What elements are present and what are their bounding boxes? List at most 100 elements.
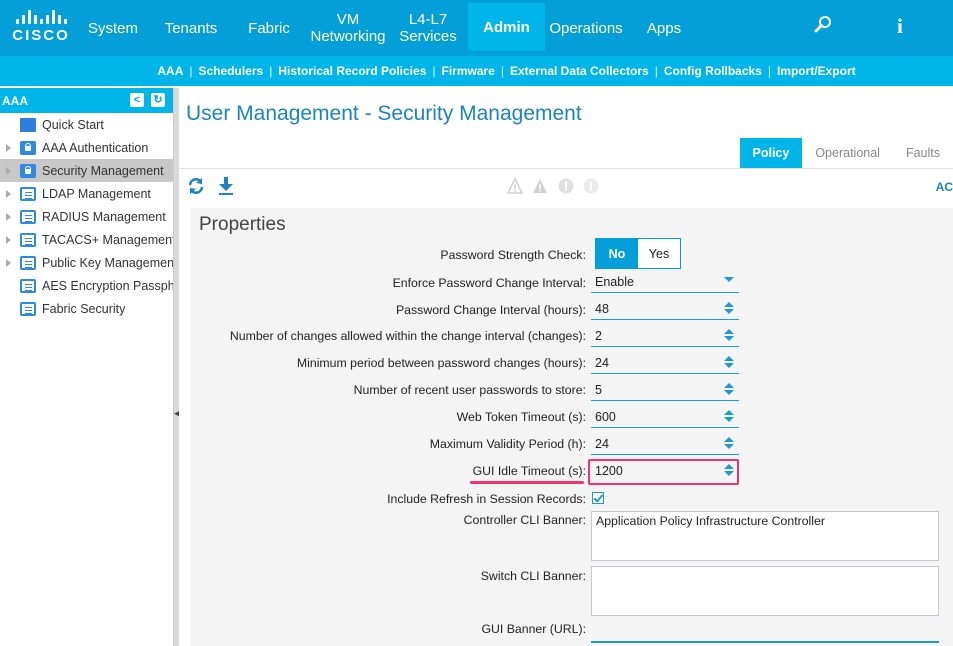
gui-banner-url-field[interactable]: [591, 641, 939, 643]
web-token-timeout-field[interactable]: 600: [591, 406, 739, 428]
tab-bar: Policy Operational Faults: [739, 134, 953, 168]
tab-faults[interactable]: Faults: [893, 138, 953, 168]
changes-allowed-value: 2: [595, 328, 602, 343]
spinner-icon[interactable]: [724, 356, 734, 370]
sub-navigation-bar: AAA | Schedulers | Historical Record Polic…: [0, 56, 953, 86]
change-interval-label: Password Change Interval (hours):: [395, 303, 586, 317]
expand-caret-icon[interactable]: [6, 235, 11, 244]
download-icon[interactable]: [216, 176, 236, 201]
web-token-timeout-label: Web Token Timeout (s):: [456, 410, 586, 424]
sidebar-item-label: Public Key Management: [42, 255, 173, 270]
info-icon[interactable]: i: [897, 14, 903, 39]
fault-warning-outline-icon[interactable]: [506, 177, 524, 194]
sidebar-item-public-key-management[interactable]: Public Key Management: [0, 251, 173, 274]
share-icon[interactable]: <: [130, 93, 144, 107]
sidebar-item-label: RADIUS Management: [42, 209, 166, 224]
changes-allowed-label: Number of changes allowed within the cha…: [229, 329, 586, 343]
nav-vm-networking[interactable]: VM Networking: [308, 0, 388, 56]
cisco-logo-text: CISCO: [12, 27, 70, 44]
sidebar-item-aes-encryption-passphrase[interactable]: AES Encryption Passphrase: [0, 274, 173, 297]
sidebar-item-fabric-security[interactable]: Fabric Security: [0, 297, 173, 320]
sidebar-item-quick-start[interactable]: Quick Start: [0, 113, 173, 136]
sidebar-item-aaa-authentication[interactable]: AAA Authentication: [0, 136, 173, 159]
sidebar-item-ldap-management[interactable]: LDAP Management: [0, 182, 173, 205]
main-content: User Management - Security Management Po…: [179, 88, 953, 646]
expand-caret-icon[interactable]: [6, 258, 11, 267]
password-strength-check-label: Password Strength Check:: [440, 248, 586, 262]
spinner-icon[interactable]: [724, 410, 734, 424]
change-interval-field[interactable]: 48: [591, 298, 739, 320]
lock-icon: [20, 163, 36, 178]
refresh-icon[interactable]: ↻: [151, 93, 165, 107]
max-validity-field[interactable]: 24: [591, 433, 739, 455]
refresh-icon[interactable]: [186, 176, 206, 201]
web-token-timeout-value: 600: [595, 409, 616, 424]
fault-major-icon[interactable]: [558, 178, 574, 194]
fault-warning-icon[interactable]: [532, 178, 548, 194]
toggle-yes-button[interactable]: Yes: [638, 239, 680, 268]
cisco-logo[interactable]: CISCO: [10, 10, 72, 46]
actions-menu[interactable]: AC: [936, 180, 953, 194]
sidebar-item-label: TACACS+ Management: [42, 232, 173, 247]
expand-caret-icon[interactable]: [6, 212, 11, 221]
nav-tenants[interactable]: Tenants: [158, 0, 224, 56]
switch-banner-textarea[interactable]: [591, 566, 939, 616]
search-icon[interactable]: [813, 15, 833, 41]
spinner-icon[interactable]: [724, 329, 734, 343]
subnav-config-rollbacks[interactable]: Config Rollbacks: [664, 64, 762, 78]
controller-banner-textarea[interactable]: Application Policy Infrastructure Contro…: [591, 511, 939, 561]
tab-operational[interactable]: Operational: [802, 138, 893, 168]
sidebar-item-security-management[interactable]: Security Management: [0, 159, 173, 182]
policy-scroll-icon: [20, 301, 36, 316]
separator: |: [654, 64, 658, 78]
sidebar-item-tacacs-management[interactable]: TACACS+ Management: [0, 228, 173, 251]
subnav-external-data-collectors[interactable]: External Data Collectors: [510, 64, 649, 78]
nav-l4-l7-services[interactable]: L4-L7 Services: [396, 0, 460, 56]
sidebar-item-label: Fabric Security: [42, 301, 126, 316]
nav-system[interactable]: System: [84, 0, 142, 56]
nav-admin[interactable]: Admin: [468, 3, 545, 51]
min-period-field[interactable]: 24: [591, 352, 739, 374]
separator: |: [189, 64, 193, 78]
properties-title: Properties: [199, 214, 286, 235]
sidebar-title: AAA: [2, 93, 28, 108]
subnav-aaa[interactable]: AAA: [157, 64, 183, 78]
nav-apps[interactable]: Apps: [643, 0, 685, 56]
policy-scroll-icon: [20, 232, 36, 247]
policy-scroll-icon: [20, 186, 36, 201]
sidebar-item-label: Security Management: [42, 163, 164, 178]
gui-idle-timeout-label: GUI Idle Timeout (s):: [472, 464, 586, 478]
subnav-historical-record-policies[interactable]: Historical Record Policies: [278, 64, 426, 78]
recent-passwords-field[interactable]: 5: [591, 379, 739, 401]
spinner-icon[interactable]: [724, 383, 734, 397]
subnav-schedulers[interactable]: Schedulers: [198, 64, 263, 78]
chevron-down-icon[interactable]: [724, 277, 734, 282]
sidebar-item-radius-management[interactable]: RADIUS Management: [0, 205, 173, 228]
subnav-import-export[interactable]: Import/Export: [777, 64, 856, 78]
page-title: User Management - Security Management: [186, 102, 582, 125]
folder-icon: [20, 117, 36, 132]
expand-caret-icon[interactable]: [6, 143, 11, 152]
properties-panel: Properties Password Strength Check: No Y…: [190, 208, 953, 646]
nav-operations[interactable]: Operations: [547, 0, 625, 56]
min-period-label: Minimum period between password changes …: [296, 356, 586, 370]
nav-fabric[interactable]: Fabric: [242, 0, 296, 56]
top-navigation-bar: CISCO System Tenants Fabric VM Networking…: [0, 0, 953, 56]
expand-caret-icon[interactable]: [6, 166, 11, 175]
gui-banner-label: GUI Banner (URL):: [481, 622, 586, 636]
policy-scroll-icon: [20, 209, 36, 224]
include-refresh-checkbox[interactable]: [592, 492, 604, 504]
expand-caret-icon[interactable]: [6, 189, 11, 198]
max-validity-label: Maximum Validity Period (h):: [429, 437, 586, 451]
separator: |: [432, 64, 436, 78]
separator: |: [269, 64, 273, 78]
changes-allowed-field[interactable]: 2: [591, 325, 739, 347]
enforce-interval-select[interactable]: Enable: [591, 271, 739, 293]
recent-passwords-label: Number of recent user passwords to store…: [353, 383, 586, 397]
toggle-no-button[interactable]: No: [596, 239, 638, 268]
spinner-icon[interactable]: [724, 437, 734, 451]
tab-policy[interactable]: Policy: [739, 138, 803, 168]
subnav-firmware[interactable]: Firmware: [442, 64, 495, 78]
fault-critical-icon[interactable]: [583, 178, 599, 194]
spinner-icon[interactable]: [724, 302, 734, 316]
